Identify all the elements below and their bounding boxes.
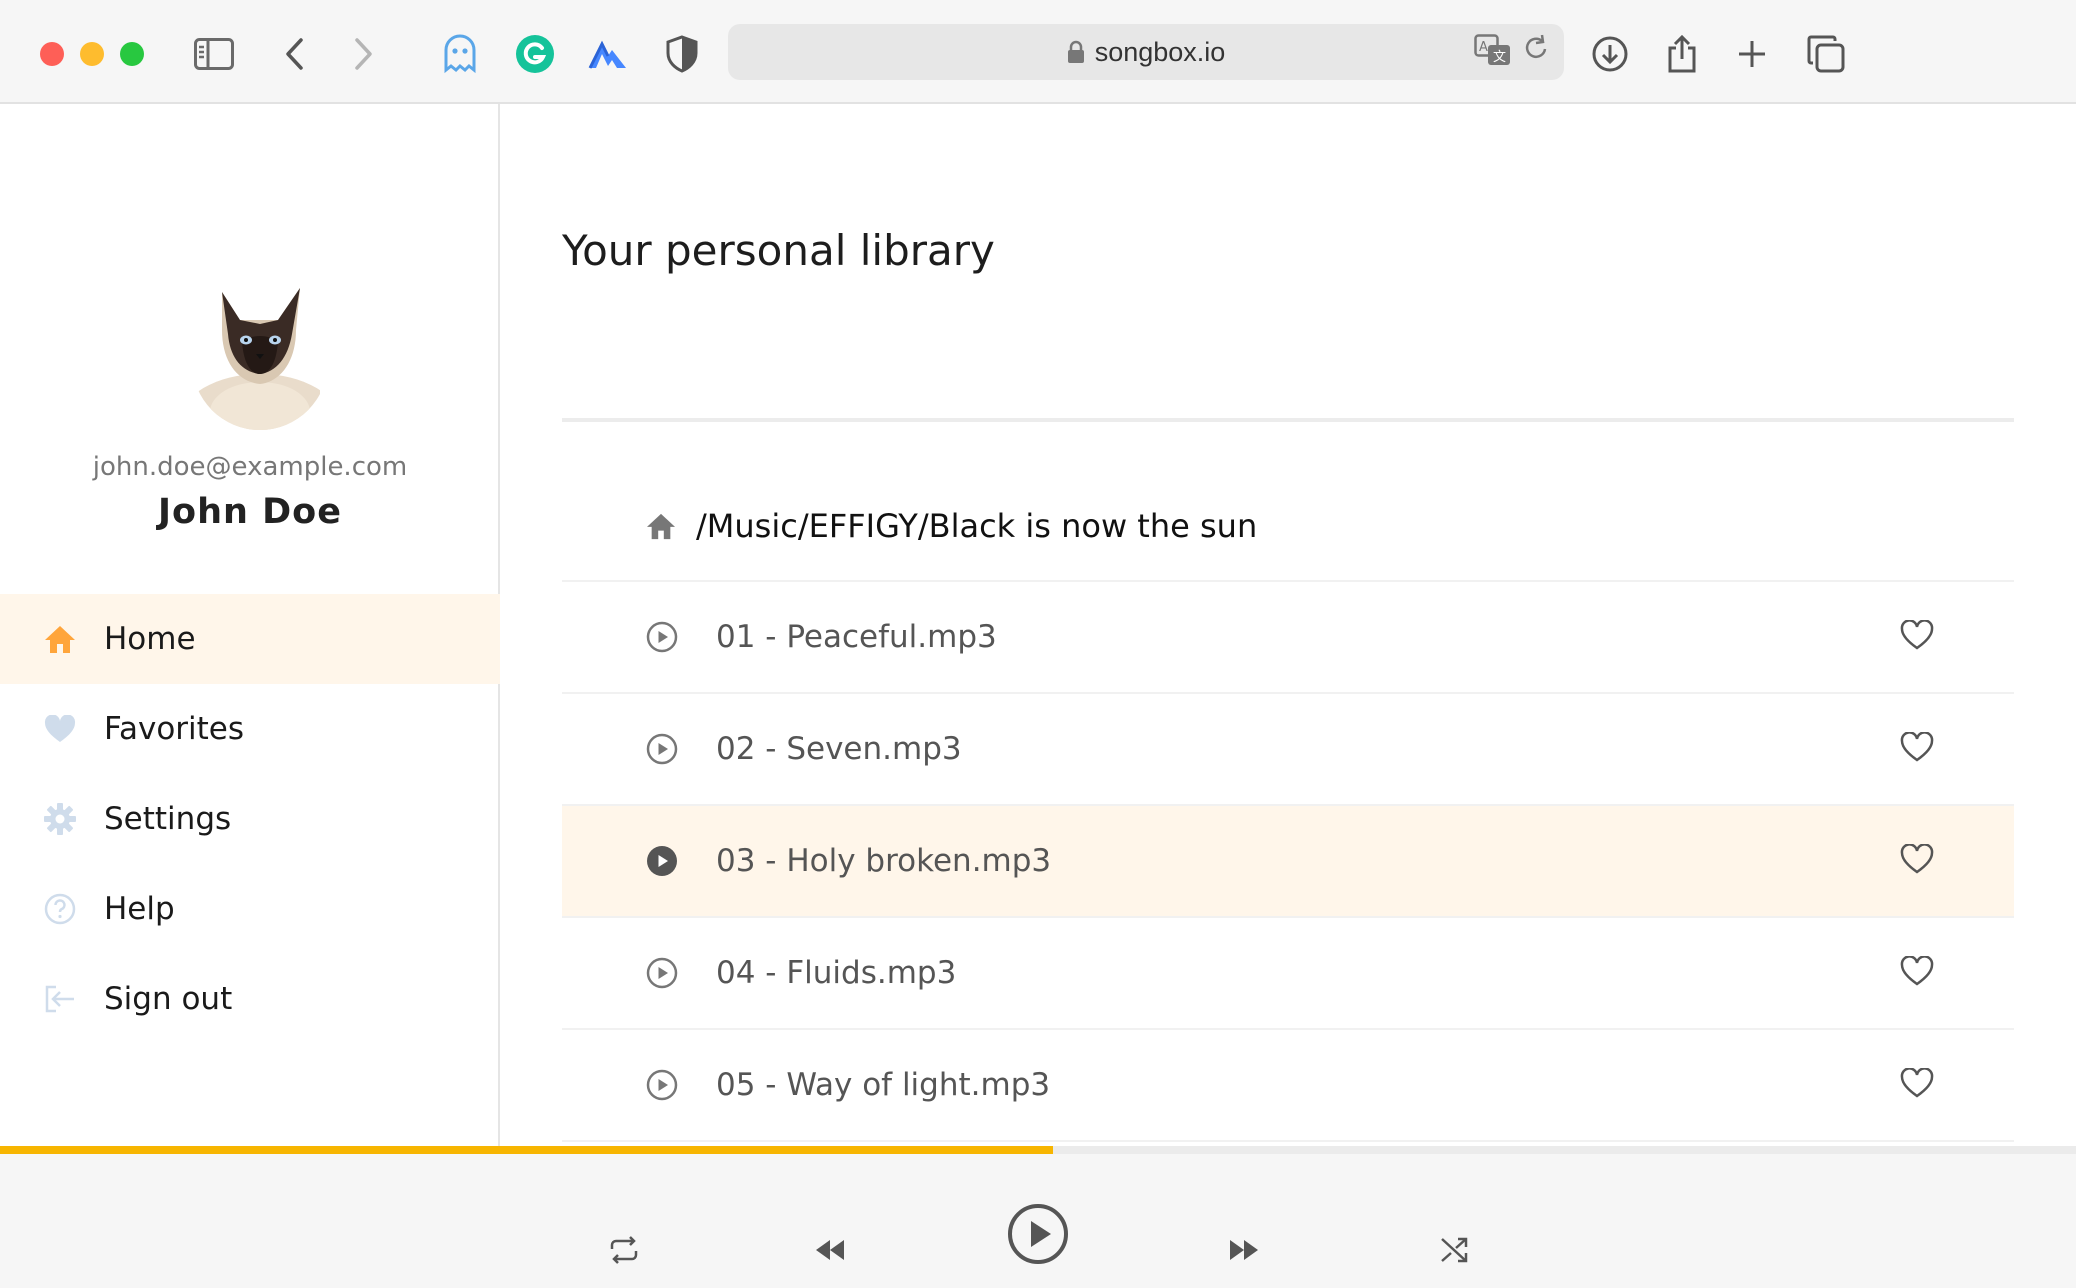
track-name: 02 - Seven.mp3 — [716, 731, 962, 767]
track-row[interactable]: 02 - Seven.mp3 — [562, 694, 2014, 806]
repeat-icon[interactable] — [606, 1232, 642, 1268]
play-icon[interactable] — [646, 621, 678, 653]
track-name: 05 - Way of light.mp3 — [716, 1067, 1051, 1103]
new-tab-icon[interactable] — [1724, 26, 1780, 82]
sidebar-item-sign-out[interactable]: Sign out — [0, 954, 500, 1044]
favorite-heart-icon[interactable] — [1900, 731, 1934, 766]
play-icon[interactable] — [646, 733, 678, 765]
favorite-heart-icon[interactable] — [1900, 843, 1934, 878]
user-email: john.doe@example.com — [92, 452, 408, 482]
track-list: 01 - Peaceful.mp3 02 - Seven.mp3 03 - Ho… — [562, 582, 2014, 1142]
play-icon[interactable] — [646, 1069, 678, 1101]
favorite-heart-icon[interactable] — [1900, 955, 1934, 990]
breadcrumb: /Music/EFFIGY/Black is now the sun — [562, 472, 2014, 582]
back-icon[interactable] — [266, 26, 322, 82]
sidebar-icon[interactable] — [186, 26, 242, 82]
help-icon — [44, 893, 76, 925]
download-icon[interactable] — [1582, 26, 1638, 82]
url-text: songbox.io — [1094, 36, 1226, 67]
player-controls — [0, 1154, 2076, 1288]
track-row-playing[interactable]: 03 - Holy broken.mp3 — [562, 806, 2014, 918]
track-name: 04 - Fluids.mp3 — [716, 955, 957, 991]
svg-text:文: 文 — [1493, 50, 1506, 65]
sidebar-item-label: Favorites — [104, 711, 245, 747]
playing-icon[interactable] — [646, 845, 678, 877]
shuffle-icon[interactable] — [1436, 1232, 1472, 1268]
address-bar[interactable]: songbox.io A文 — [728, 24, 1564, 80]
sidebar-nav: Home Favorites Settings Help Sign out — [0, 594, 500, 1044]
track-row[interactable]: 01 - Peaceful.mp3 — [562, 582, 2014, 694]
reload-icon[interactable] — [1524, 34, 1550, 62]
forward-icon[interactable] — [336, 26, 392, 82]
fast-forward-icon[interactable] — [1226, 1232, 1262, 1268]
lock-icon — [1067, 40, 1084, 63]
favorite-heart-icon[interactable] — [1900, 1067, 1934, 1102]
folder-home-icon[interactable] — [646, 512, 676, 540]
shield-extension-icon[interactable] — [654, 26, 710, 82]
avatar — [180, 262, 328, 432]
heart-icon — [44, 713, 76, 745]
sidebar-item-favorites[interactable]: Favorites — [0, 684, 500, 774]
close-window-button[interactable] — [40, 42, 64, 66]
play-icon[interactable] — [1006, 1202, 1070, 1266]
share-icon[interactable] — [1654, 26, 1710, 82]
track-name: 01 - Peaceful.mp3 — [716, 619, 997, 655]
sidebar-item-label: Help — [104, 891, 175, 927]
main-content: Your personal library /Music/EFFIGY/Blac… — [562, 104, 2014, 1148]
minimize-window-button[interactable] — [80, 42, 104, 66]
divider — [562, 418, 2014, 422]
nordvpn-extension-icon[interactable] — [580, 26, 636, 82]
sidebar: john.doe@example.com John Doe Home Favor… — [0, 104, 500, 1148]
track-row[interactable]: 04 - Fluids.mp3 — [562, 918, 2014, 1030]
rewind-icon[interactable] — [812, 1232, 848, 1268]
sidebar-item-help[interactable]: Help — [0, 864, 500, 954]
browser-toolbar: songbox.io A文 — [0, 0, 2076, 104]
track-row[interactable]: 05 - Way of light.mp3 — [562, 1030, 2014, 1142]
zoom-window-button[interactable] — [120, 42, 144, 66]
sidebar-item-home[interactable]: Home — [0, 594, 500, 684]
track-name: 03 - Holy broken.mp3 — [716, 843, 1052, 879]
tabs-overview-icon[interactable] — [1798, 26, 1854, 82]
play-icon[interactable] — [646, 957, 678, 989]
ghost-extension-icon[interactable] — [432, 26, 488, 82]
user-name: John Doe — [158, 492, 342, 532]
favorite-heart-icon[interactable] — [1900, 619, 1934, 654]
svg-text:A: A — [1479, 40, 1488, 55]
page-title: Your personal library — [562, 226, 995, 275]
playback-progress-bar[interactable] — [0, 1146, 2076, 1154]
sign-out-icon — [44, 983, 76, 1015]
sidebar-item-label: Home — [104, 621, 196, 657]
playback-progress-fill — [0, 1146, 1053, 1154]
translate-icon[interactable]: A文 — [1474, 34, 1512, 68]
sidebar-item-label: Settings — [104, 801, 232, 837]
sidebar-item-label: Sign out — [104, 981, 233, 1017]
sidebar-item-settings[interactable]: Settings — [0, 774, 500, 864]
current-path: /Music/EFFIGY/Black is now the sun — [696, 507, 1258, 545]
home-icon — [44, 623, 76, 655]
grammarly-extension-icon[interactable] — [507, 26, 563, 82]
gear-icon — [44, 803, 76, 835]
